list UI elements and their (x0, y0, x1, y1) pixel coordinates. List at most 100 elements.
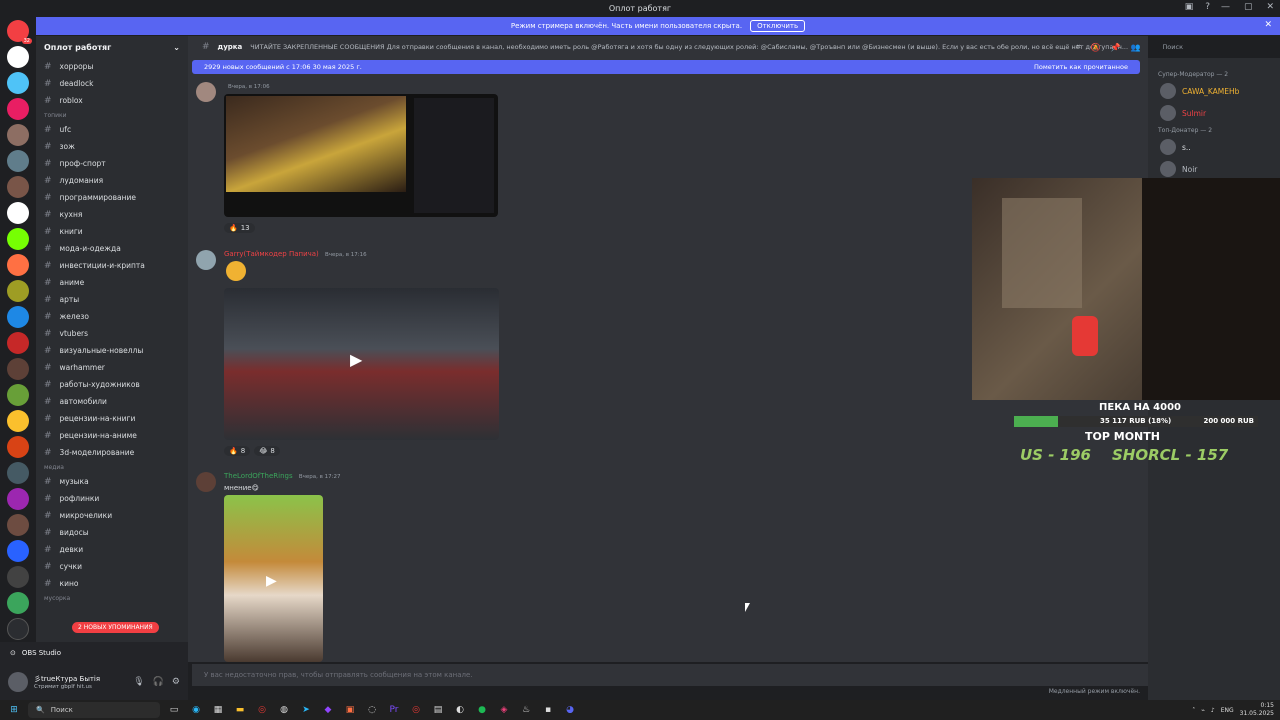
channel-item[interactable]: # аниме (36, 274, 188, 291)
channel-item[interactable]: # арты (36, 291, 188, 308)
premiere-icon[interactable]: Pr (386, 702, 402, 718)
reaction[interactable]: 🔥 8 (224, 446, 251, 456)
avatar[interactable] (8, 672, 28, 692)
author-name[interactable]: Garry(Таймкодер Папича) (224, 250, 319, 258)
steam-icon[interactable]: ♨ (518, 702, 534, 718)
channel-item[interactable]: # рецензии-на-аниме (36, 427, 188, 444)
server-icon[interactable] (7, 514, 29, 536)
new-mentions-pill[interactable]: 2 НОВЫХ УПОМИНАНИЯ (72, 622, 159, 633)
new-messages-bar[interactable]: 2929 новых сообщений с 17:06 30 мая 2025… (192, 60, 1140, 74)
channel-item[interactable]: # ufc (36, 121, 188, 138)
channel-item[interactable]: # книги (36, 223, 188, 240)
search-input[interactable]: Поиск (1158, 40, 1269, 54)
store-icon[interactable]: ▦ (210, 702, 226, 718)
channel-item[interactable]: # сучки (36, 558, 188, 575)
server-icon[interactable] (7, 228, 29, 250)
channel-category[interactable]: мусорка (36, 592, 188, 604)
avatar[interactable] (196, 472, 216, 492)
inbox-icon[interactable]: ▣ (1185, 2, 1194, 12)
channel-item[interactable]: # лудомания (36, 172, 188, 189)
server-icon[interactable] (7, 410, 29, 432)
avatar[interactable] (196, 250, 216, 270)
server-icon[interactable] (7, 488, 29, 510)
member-item[interactable]: Sulmir (1148, 102, 1280, 124)
discord-icon[interactable]: ◕ (562, 702, 578, 718)
chrome-icon[interactable]: ◎ (254, 702, 270, 718)
channel-item[interactable]: # девки (36, 541, 188, 558)
app-icon[interactable]: ▪ (540, 702, 556, 718)
spotify-icon[interactable]: ● (474, 702, 490, 718)
headphones-icon[interactable]: 🎧 (153, 677, 164, 687)
twitch-icon[interactable]: ◆ (320, 702, 336, 718)
guild-header[interactable]: Оплот работяг ⌄ (36, 36, 188, 58)
server-icon[interactable] (7, 124, 29, 146)
mark-as-read-button[interactable]: Пометить как прочитанное (1034, 63, 1128, 71)
minimize-button[interactable]: — (1221, 2, 1230, 12)
channel-item[interactable]: # хорроры (36, 58, 188, 75)
task-view-icon[interactable]: ▭ (166, 702, 182, 718)
server-icon[interactable] (7, 332, 29, 354)
explorer-icon[interactable]: ▬ (232, 702, 248, 718)
network-icon[interactable]: ⌁ (1201, 707, 1205, 714)
channel-category[interactable]: медиа (36, 461, 188, 473)
channel-item[interactable]: # deadlock (36, 75, 188, 92)
server-icon[interactable] (7, 566, 29, 588)
member-item[interactable]: Noir (1148, 158, 1280, 180)
video-attachment[interactable]: ▶ (224, 288, 499, 440)
video-attachment[interactable]: ▶ (224, 495, 323, 662)
language-indicator[interactable]: ENG (1221, 707, 1234, 714)
clock[interactable]: 0:15 31.05.2025 (1240, 702, 1274, 718)
disable-streamer-mode-button[interactable]: Отключить (750, 20, 806, 32)
server-icon[interactable] (7, 72, 29, 94)
play-icon[interactable]: ▶ (266, 573, 277, 589)
server-icon[interactable]: 32 (7, 20, 32, 44)
server-icon[interactable] (7, 462, 29, 484)
chevron-up-icon[interactable]: ˄ (1192, 707, 1195, 714)
server-icon[interactable] (7, 98, 29, 120)
channel-item[interactable]: # кухня (36, 206, 188, 223)
author-name[interactable]: TheLordOfTheRings (224, 472, 293, 480)
server-icon[interactable] (7, 306, 29, 328)
channel-item[interactable]: # программирование (36, 189, 188, 206)
server-icon[interactable] (7, 592, 29, 614)
channel-item[interactable]: # работы-художников (36, 376, 188, 393)
channel-item[interactable]: # зож (36, 138, 188, 155)
channel-item[interactable]: # мода-и-одежда (36, 240, 188, 257)
server-icon[interactable] (7, 358, 29, 380)
threads-icon[interactable]: ⌗ (1076, 42, 1081, 52)
app-icon[interactable]: ◈ (496, 702, 512, 718)
member-item[interactable]: CAWA_KAMEHb (1148, 80, 1280, 102)
volume-icon[interactable]: ♪ (1211, 707, 1215, 714)
server-icon[interactable] (7, 46, 29, 68)
member-item[interactable]: s.. (1148, 136, 1280, 158)
play-icon[interactable]: ▶ (350, 350, 362, 369)
channel-item[interactable]: # проф-спорт (36, 155, 188, 172)
mute-icon[interactable]: 🔕 (1091, 43, 1101, 52)
channel-item[interactable]: # видосы (36, 524, 188, 541)
server-icon[interactable] (7, 202, 29, 224)
server-icon[interactable] (7, 254, 29, 276)
server-icon[interactable] (7, 436, 29, 458)
server-icon[interactable] (7, 280, 29, 302)
server-icon[interactable] (7, 540, 29, 562)
channel-item[interactable]: # warhammer (36, 359, 188, 376)
channel-item[interactable]: # рецензии-на-книги (36, 410, 188, 427)
help-icon[interactable]: ? (1205, 2, 1210, 12)
server-icon[interactable] (7, 384, 29, 406)
pin-icon[interactable]: 📌 (1110, 43, 1120, 52)
windows-start-icon[interactable]: ⊞ (6, 702, 22, 718)
channel-item[interactable]: # железо (36, 308, 188, 325)
chrome-icon[interactable]: ◎ (408, 702, 424, 718)
settings-icon[interactable]: ⚙ (172, 677, 180, 687)
obs-icon[interactable]: ◐ (452, 702, 468, 718)
taskbar-search[interactable]: 🔍 Поиск (28, 702, 160, 718)
app-icon[interactable]: ▣ (342, 702, 358, 718)
channel-item[interactable]: # roblox (36, 92, 188, 109)
server-icon[interactable] (7, 150, 29, 172)
channel-topic[interactable]: ЧИТАЙТЕ ЗАКРЕПЛЕННЫЕ СООБЩЕНИЯ Для отпра… (250, 43, 1128, 51)
members-icon[interactable]: 👥 (1130, 43, 1140, 52)
channel-item[interactable]: # микрочелики (36, 507, 188, 524)
reaction[interactable]: 🔥 13 (224, 223, 255, 233)
reaction[interactable]: 😂 8 (254, 446, 280, 456)
avatar[interactable] (196, 82, 216, 102)
